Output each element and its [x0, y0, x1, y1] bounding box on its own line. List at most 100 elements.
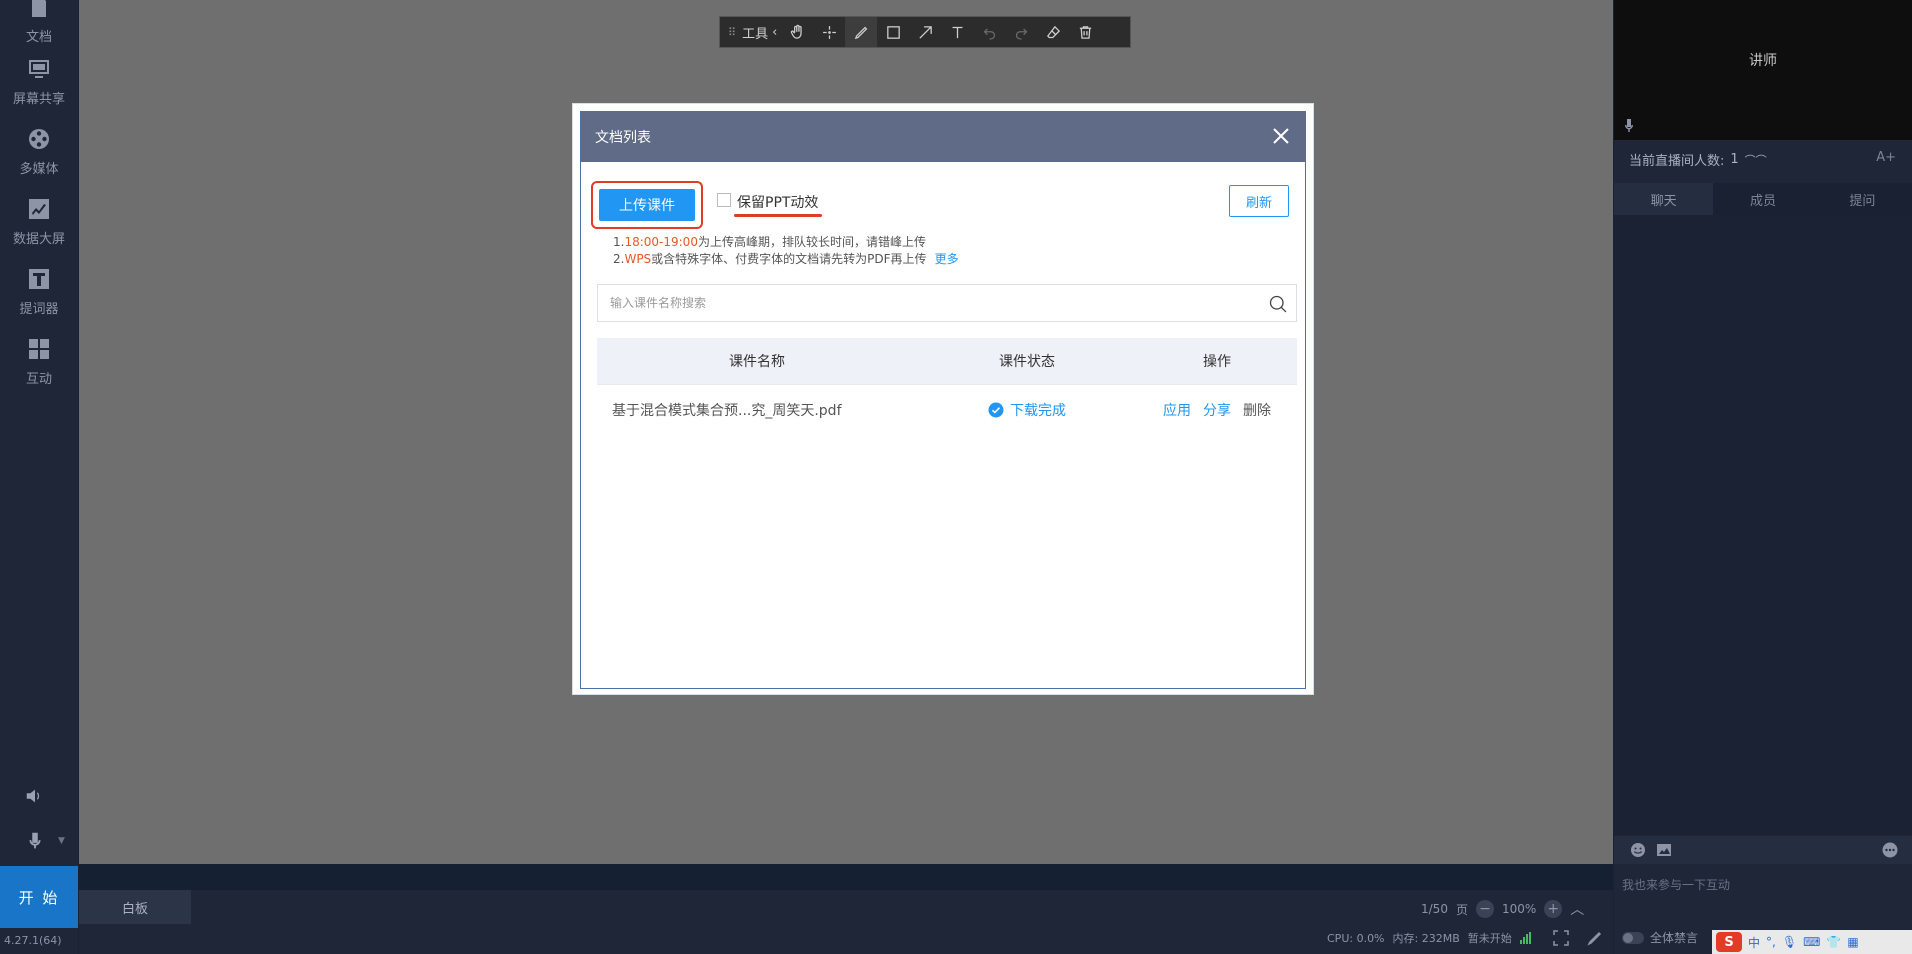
search-input[interactable]: [598, 285, 1238, 321]
viewer-count-label: 当前直播间人数:: [1629, 154, 1725, 169]
eraser-tool-button[interactable]: [1037, 17, 1069, 47]
document-icon: [26, 0, 52, 20]
voice-icon[interactable]: 🎙: [1782, 935, 1797, 949]
ime-mode[interactable]: 中: [1748, 934, 1760, 951]
sidebar-item-multimedia[interactable]: 多媒体: [0, 126, 78, 177]
rectangle-tool-button[interactable]: [877, 17, 909, 47]
collapse-chevron-icon[interactable]: ‹: [772, 25, 777, 40]
drawing-toolbar: ⠿ 工具 ‹: [719, 16, 1131, 48]
tab-questions[interactable]: 提问: [1812, 183, 1912, 215]
text-tool-icon: [952, 26, 963, 38]
eraser-icon: [1046, 25, 1060, 38]
bottom-strip: [79, 864, 1613, 890]
left-sidebar: 文档 屏幕共享 多媒体 数据大屏 提词器 互动 ▼ 开 始 4.27.1(64): [0, 0, 78, 954]
redo-button[interactable]: [1005, 17, 1037, 47]
chat-input[interactable]: [1622, 870, 1902, 900]
speaker-icon[interactable]: [24, 785, 50, 811]
hand-icon: [790, 24, 802, 39]
sidebar-item-label: 屏幕共享: [12, 92, 65, 107]
sidebar-item-interaction[interactable]: 互动: [0, 336, 78, 387]
eye-closed-icon[interactable]: ⌒⌒: [1745, 152, 1767, 168]
upload-courseware-button[interactable]: 上传课件: [599, 189, 695, 221]
column-header-status: 课件状态: [999, 354, 1055, 370]
system-status: CPU: 0.0% 内存: 232MB 暂未开始: [1327, 930, 1603, 946]
mute-all-control: 全体禁言: [1622, 929, 1698, 946]
microphone-icon: [1622, 118, 1636, 134]
font-size-button[interactable]: A+: [1876, 150, 1896, 165]
microphone-icon[interactable]: [24, 830, 50, 856]
sogou-logo-icon: S: [1716, 932, 1742, 952]
keep-ppt-animation-checkbox[interactable]: [717, 193, 731, 207]
zoom-in-button[interactable]: +: [1544, 900, 1563, 918]
tip-highlight: 18:00-19:00: [624, 235, 698, 249]
more-link[interactable]: 更多: [935, 252, 959, 266]
chat-messages: [1614, 215, 1912, 835]
search-icon[interactable]: [1268, 294, 1288, 314]
stream-status: 暂未开始: [1467, 932, 1512, 945]
status-badge: 下载完成: [917, 400, 1137, 420]
keep-ppt-animation-label[interactable]: 保留PPT动效: [737, 192, 818, 212]
undo-icon: [983, 28, 995, 40]
arrow-tool-button[interactable]: [909, 17, 941, 47]
lecturer-video: 讲师: [1614, 0, 1912, 140]
close-icon: [1273, 128, 1289, 144]
drag-handle-icon[interactable]: ⠿: [728, 26, 736, 39]
bottom-bar: 白板 1/50 页 − 100% + ︿ CPU: 0.0% 内存: 232MB…: [79, 890, 1613, 954]
zoom-out-button[interactable]: −: [1475, 900, 1494, 918]
skin-icon[interactable]: 👕: [1826, 935, 1841, 949]
row-actions: 应用 分享 删除: [1137, 400, 1297, 420]
document-list-dialog: 文档列表 上传课件 保留PPT动效 刷新 1.18:00-19:00为上传高峰期…: [572, 103, 1314, 695]
courseware-search: [597, 284, 1297, 322]
annotate-icon[interactable]: [1587, 930, 1603, 946]
laser-pointer-button[interactable]: [813, 17, 845, 47]
toolbox-icon[interactable]: ▦: [1847, 935, 1858, 949]
hand-tool-button[interactable]: [781, 17, 813, 47]
pen-tool-button[interactable]: [845, 17, 878, 47]
refresh-button[interactable]: 刷新: [1229, 185, 1289, 217]
more-icon[interactable]: [1882, 842, 1898, 858]
sidebar-item-data-screen[interactable]: 数据大屏: [0, 196, 78, 247]
mic-dropdown-icon[interactable]: ▼: [58, 836, 65, 846]
table-row: 基于混合模式集合预...究_周笑天.pdf 下载完成 应用 分享 删除: [597, 384, 1297, 434]
tip-text: 或含特殊字体、付费字体的文档请先转为PDF再上传: [651, 252, 927, 266]
check-circle-icon: [988, 402, 1004, 417]
sidebar-item-teleprompter[interactable]: 提词器: [0, 266, 78, 317]
sidebar-item-screen-share[interactable]: 屏幕共享: [0, 56, 78, 107]
tab-whiteboard[interactable]: 白板: [79, 890, 191, 924]
grid-icon: [26, 336, 52, 362]
delete-link[interactable]: 删除: [1243, 400, 1271, 420]
toolbar-label: 工具: [742, 26, 769, 42]
status-text: 下载完成: [1010, 402, 1066, 419]
emoji-icon[interactable]: [1630, 842, 1646, 858]
crosshair-icon: [822, 25, 836, 39]
page-indicator: 1/50: [1421, 902, 1448, 916]
text-tool-button[interactable]: [941, 17, 973, 47]
column-header-actions: 操作: [1203, 354, 1231, 370]
close-button[interactable]: [1269, 124, 1293, 148]
page-unit: 页: [1455, 902, 1468, 917]
text-icon: [26, 266, 52, 292]
keyboard-icon[interactable]: ⌨: [1803, 935, 1820, 949]
clear-button[interactable]: [1069, 17, 1101, 47]
tab-chat[interactable]: 聊天: [1614, 183, 1714, 215]
chart-icon: [26, 196, 52, 222]
dialog-title: 文档列表: [595, 130, 651, 146]
monitor-icon: [26, 56, 52, 82]
upload-tip-1: 1.18:00-19:00为上传高峰期，排队较长时间，请错峰上传: [613, 233, 926, 250]
memory-usage: 内存: 232MB: [1392, 932, 1460, 945]
apply-link[interactable]: 应用: [1163, 400, 1191, 420]
signal-icon: [1519, 932, 1531, 944]
start-button[interactable]: 开 始: [0, 866, 78, 928]
sidebar-item-label: 数据大屏: [12, 232, 65, 247]
share-link[interactable]: 分享: [1203, 400, 1231, 420]
sidebar-item-label: 多媒体: [19, 162, 59, 177]
fullscreen-icon[interactable]: [1553, 930, 1569, 946]
table-header: 课件名称 课件状态 操作: [597, 338, 1297, 384]
expand-chevron-icon[interactable]: ︿: [1570, 899, 1584, 919]
tab-members[interactable]: 成员: [1713, 183, 1813, 215]
image-icon[interactable]: [1656, 842, 1672, 858]
sidebar-item-document[interactable]: 文档: [0, 0, 78, 45]
undo-button[interactable]: [973, 17, 1005, 47]
punctuation-icon[interactable]: °,: [1766, 935, 1776, 949]
mute-all-toggle[interactable]: [1622, 931, 1644, 944]
